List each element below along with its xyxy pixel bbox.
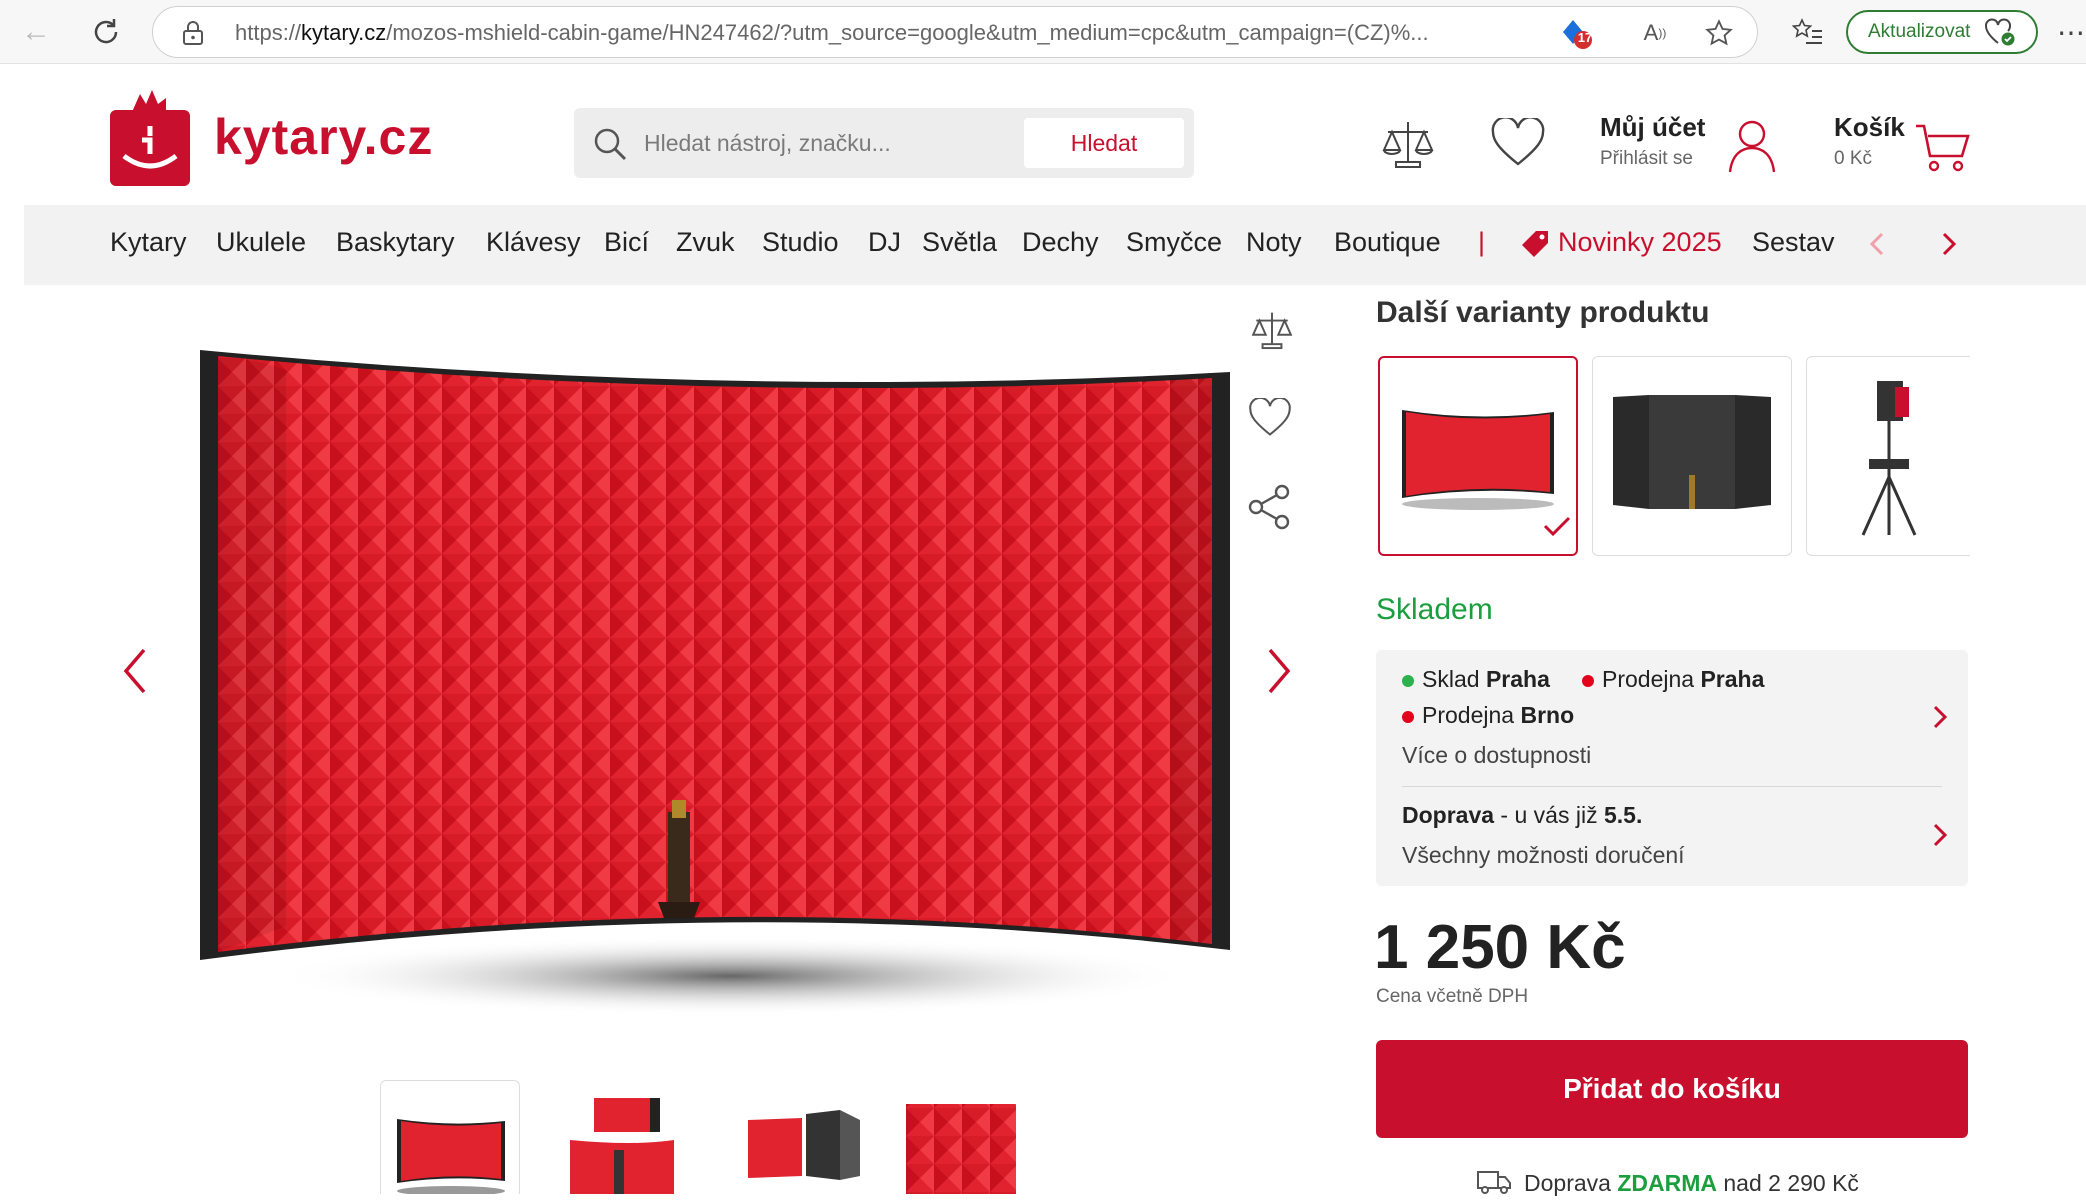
extension-icon[interactable]: 17 bbox=[1557, 15, 1597, 51]
wishlist-heart-icon[interactable] bbox=[1490, 116, 1546, 173]
search-input[interactable] bbox=[644, 122, 1024, 164]
category-nav: Kytary Ukulele Baskytary Klávesy Bicí Zv… bbox=[24, 205, 2086, 285]
more-menu-icon[interactable]: ⋯ bbox=[2056, 14, 2086, 50]
availability-sklad-praha: Sklad Praha bbox=[1402, 666, 1550, 693]
favorite-star-icon[interactable] bbox=[1701, 15, 1737, 51]
availability-panel: Sklad Praha Prodejna Praha Prodejna Brno… bbox=[1376, 650, 1968, 886]
cart-total: 0 Kč bbox=[1834, 148, 1873, 169]
divider bbox=[1402, 786, 1942, 787]
gallery-next-arrow-icon[interactable] bbox=[1262, 646, 1296, 701]
nav-item-svetla[interactable]: Světla bbox=[922, 227, 997, 258]
account-label[interactable]: Můj účet bbox=[1600, 112, 1705, 143]
update-browser-button[interactable]: Aktualizovat bbox=[1846, 10, 2038, 54]
favorites-list-icon[interactable] bbox=[1788, 12, 1828, 52]
nav-item-bici[interactable]: Bicí bbox=[604, 227, 649, 258]
search-button[interactable]: Hledat bbox=[1024, 118, 1184, 168]
nav-item-sestavy[interactable]: Sestav bbox=[1752, 227, 1836, 258]
nav-separator: | bbox=[1478, 227, 1486, 257]
nav-item-novinky[interactable]: Novinky 2025 bbox=[1558, 227, 1722, 258]
site-header: kytary.cz Hledat Můj účet Přihlásit se K… bbox=[24, 64, 2086, 204]
cart-label[interactable]: Košík bbox=[1834, 112, 1905, 143]
nav-next-arrow-icon[interactable] bbox=[1936, 229, 1960, 264]
free-shipping-note: Doprava ZDARMA nad 2 290 Kč bbox=[1524, 1170, 1859, 1196]
nav-item-ukulele[interactable]: Ukulele bbox=[216, 227, 306, 258]
delivery-chevron-icon[interactable] bbox=[1930, 820, 1950, 855]
availability-prodejna-praha: Prodejna Praha bbox=[1582, 666, 1764, 693]
nav-item-baskytary[interactable]: Baskytary bbox=[336, 227, 455, 258]
nav-item-kytary[interactable]: Kytary bbox=[110, 227, 187, 258]
nav-item-studio[interactable]: Studio bbox=[762, 227, 839, 258]
gallery-thumbnail[interactable] bbox=[564, 1080, 704, 1194]
variant-black[interactable] bbox=[1592, 356, 1792, 556]
gallery-thumbnail[interactable] bbox=[740, 1080, 880, 1194]
back-icon[interactable]: ← bbox=[18, 14, 54, 50]
add-to-wishlist-icon[interactable] bbox=[1248, 396, 1292, 443]
nav-item-zvuk[interactable]: Zvuk bbox=[676, 227, 735, 258]
nav-prev-arrow-icon[interactable] bbox=[1866, 229, 1890, 264]
browser-toolbar: ← https://kytary.cz/mozos-mshield-cabin-… bbox=[0, 0, 2086, 64]
variant-with-stand[interactable] bbox=[1806, 356, 1970, 556]
nav-item-klavesy[interactable]: Klávesy bbox=[486, 227, 581, 258]
price-vat-note: Cena včetně DPH bbox=[1376, 986, 1529, 1007]
truck-icon bbox=[1476, 1168, 1512, 1201]
checkmark-icon bbox=[1542, 514, 1572, 543]
product-main-image[interactable] bbox=[190, 330, 1250, 1020]
heart-update-icon bbox=[1985, 18, 2015, 46]
logo-text[interactable]: kytary.cz bbox=[214, 108, 433, 166]
address-bar[interactable]: https://kytary.cz/mozos-mshield-cabin-ga… bbox=[152, 6, 1758, 58]
red-dot-icon bbox=[1582, 674, 1594, 687]
gallery-thumbnail[interactable] bbox=[906, 1080, 1016, 1194]
delivery-options-link[interactable]: Všechny možnosti doručení bbox=[1402, 842, 1685, 869]
cart-icon[interactable] bbox=[1914, 122, 1970, 179]
compare-product-icon[interactable] bbox=[1250, 308, 1294, 357]
logo-icon[interactable] bbox=[110, 88, 190, 188]
delivery-info: Doprava - u vás již 5.5. bbox=[1402, 802, 1643, 828]
nav-item-dj[interactable]: DJ bbox=[868, 227, 901, 258]
stock-status: Skladem bbox=[1376, 593, 1493, 626]
variants-title: Další varianty produktu bbox=[1376, 296, 1710, 329]
availability-chevron-icon[interactable] bbox=[1930, 702, 1950, 737]
compare-icon[interactable] bbox=[1380, 116, 1436, 177]
gallery-thumbnail[interactable] bbox=[380, 1080, 520, 1194]
product-price: 1 250 Kč bbox=[1374, 913, 1626, 982]
account-login-link[interactable]: Přihlásit se bbox=[1600, 148, 1693, 170]
add-to-cart-button[interactable]: Přidat do košíku bbox=[1376, 1040, 1968, 1138]
gallery-prev-arrow-icon[interactable] bbox=[118, 646, 152, 701]
url-text: https://kytary.cz/mozos-mshield-cabin-ga… bbox=[235, 20, 1429, 45]
variant-red-selected[interactable] bbox=[1378, 356, 1578, 556]
red-dot-icon bbox=[1402, 710, 1414, 723]
extension-badge: 17 bbox=[1577, 30, 1593, 45]
search-icon bbox=[592, 126, 628, 167]
green-dot-icon bbox=[1402, 674, 1414, 687]
update-label: Aktualizovat bbox=[1868, 21, 1971, 42]
nav-item-smycce[interactable]: Smyčce bbox=[1126, 227, 1222, 258]
reload-icon[interactable] bbox=[86, 12, 126, 52]
availability-more-link[interactable]: Více o dostupnosti bbox=[1402, 742, 1591, 769]
tag-icon bbox=[1518, 227, 1552, 266]
read-aloud-icon[interactable]: A)) bbox=[1637, 15, 1673, 51]
nav-item-boutique[interactable]: Boutique bbox=[1334, 227, 1441, 258]
availability-prodejna-brno: Prodejna Brno bbox=[1402, 702, 1574, 729]
nav-item-dechy[interactable]: Dechy bbox=[1022, 227, 1099, 258]
search-bar: Hledat bbox=[574, 108, 1194, 178]
nav-item-noty[interactable]: Noty bbox=[1246, 227, 1302, 258]
lock-icon[interactable] bbox=[179, 19, 207, 47]
share-icon[interactable] bbox=[1248, 484, 1292, 535]
user-icon[interactable] bbox=[1724, 116, 1780, 181]
